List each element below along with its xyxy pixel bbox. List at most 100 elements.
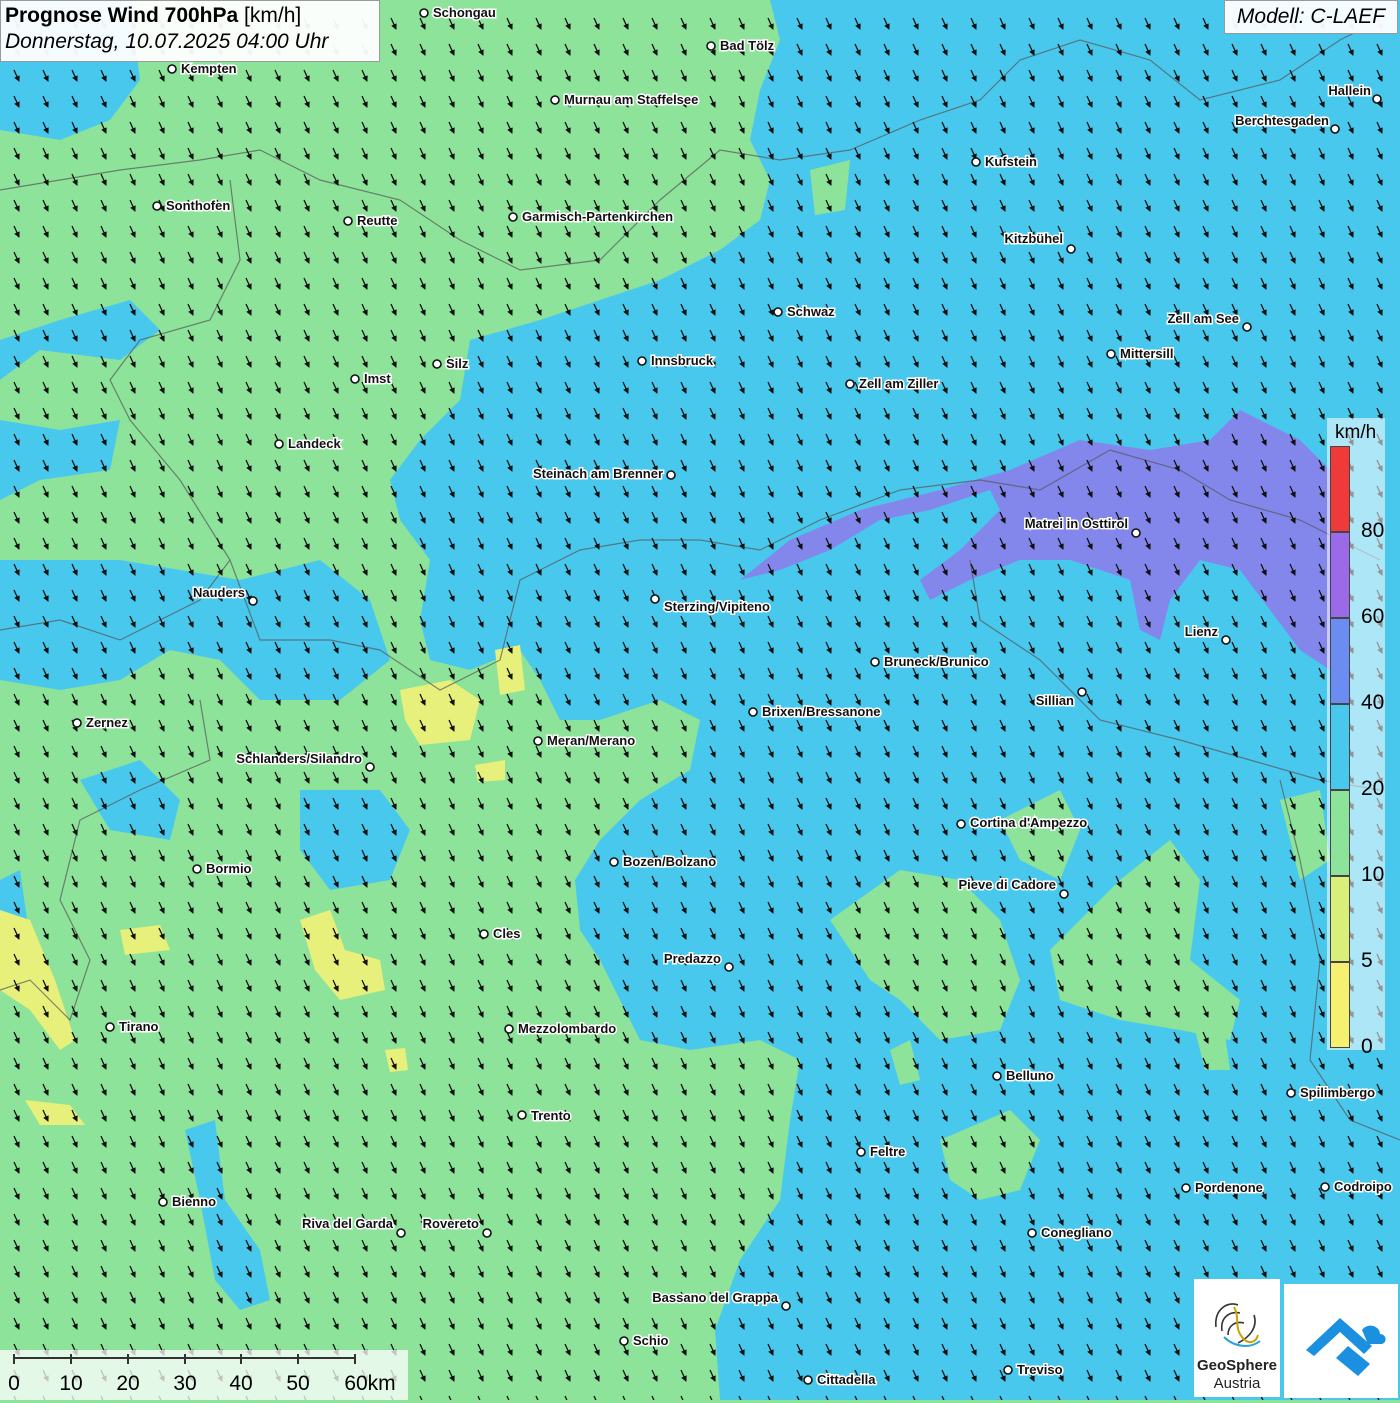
city-label: Cles — [493, 926, 520, 941]
city-label: Mittersill — [1120, 346, 1173, 361]
city-dot — [1059, 889, 1069, 899]
scale-label: 10 — [59, 1372, 83, 1395]
city-dot — [158, 1197, 168, 1207]
city-dot — [724, 962, 734, 972]
city-label: Bruneck/Brunico — [884, 654, 989, 669]
city-label: Tirano — [119, 1019, 159, 1034]
geosphere-logo[interactable]: GeoSphere Austria — [1194, 1279, 1280, 1397]
city-dot — [508, 212, 518, 222]
geosphere-emblem-icon — [1215, 1303, 1261, 1347]
city-dot — [479, 929, 489, 939]
legend-tick: 80 — [1361, 518, 1385, 542]
city-label: Kufstein — [985, 154, 1037, 169]
city-label: Zell am Ziller — [859, 376, 938, 391]
city-dot — [248, 596, 258, 606]
cloud-arrow-icon — [1306, 1318, 1386, 1376]
city-dot — [706, 41, 716, 51]
geosphere-name: GeoSphere — [1196, 1357, 1278, 1374]
city-label: Conegliano — [1041, 1225, 1112, 1240]
legend-seg-5-10 — [1330, 876, 1350, 962]
city-dot — [152, 201, 162, 211]
city-dot — [1221, 635, 1231, 645]
city-dot — [274, 439, 284, 449]
color-legend: km/h 80 60 40 20 10 5 0 — [1327, 418, 1385, 1058]
city-label: Pieve di Cadore — [958, 877, 1056, 892]
city-label: Silz — [446, 356, 469, 371]
scale-label: 0 — [8, 1372, 20, 1395]
city-label: Steinach am Brenner — [533, 466, 663, 481]
city-dot — [956, 819, 966, 829]
city-dot — [1027, 1228, 1037, 1238]
city-dot — [748, 707, 758, 717]
city-label: Kitzbühel — [1005, 231, 1064, 246]
city-dot — [1330, 124, 1340, 134]
city-dot — [1320, 1182, 1330, 1192]
city-label: Imst — [364, 371, 391, 386]
city-dot — [1077, 687, 1087, 697]
city-dot — [550, 95, 560, 105]
city-dot — [533, 736, 543, 746]
city-dot — [1181, 1183, 1191, 1193]
city-dot — [992, 1071, 1002, 1081]
city-label: Schwaz — [787, 304, 835, 319]
city-dot — [504, 1024, 514, 1034]
city-dot — [870, 657, 880, 667]
city-dot — [1131, 528, 1141, 538]
city-dot — [343, 216, 353, 226]
city-dot — [432, 359, 442, 369]
city-label: Sterzing/Vipiteno — [664, 599, 770, 614]
city-dot — [396, 1228, 406, 1238]
legend-seg-80plus — [1330, 446, 1350, 532]
scale-label: 20 — [116, 1372, 140, 1395]
legend-tick: 0 — [1361, 1034, 1373, 1058]
city-label: Reutte — [357, 213, 397, 228]
app-logo[interactable] — [1284, 1284, 1398, 1398]
legend-tick: 5 — [1361, 948, 1373, 972]
city-label: Hallein — [1328, 83, 1371, 98]
legend-tick: 20 — [1361, 776, 1385, 800]
scale-label: 50 — [286, 1372, 310, 1395]
city-label: Trento — [531, 1108, 571, 1123]
city-dot — [72, 718, 82, 728]
city-dot — [517, 1110, 527, 1120]
city-dot — [1106, 349, 1116, 359]
geosphere-country: Austria — [1213, 1375, 1261, 1392]
city-label: Brixen/Bressanone — [762, 704, 881, 719]
city-label: Bozen/Bolzano — [623, 854, 716, 869]
city-label: Bad Tölz — [720, 38, 775, 53]
city-label: Spilimbergo — [1300, 1085, 1375, 1100]
city-label: Lienz — [1185, 624, 1219, 639]
wind-zone-5-10 — [495, 645, 525, 695]
city-dot — [1003, 1365, 1013, 1375]
city-dot — [192, 864, 202, 874]
city-label: Cittadella — [817, 1372, 876, 1387]
city-label: Sillian — [1036, 693, 1074, 708]
city-label: Belluno — [1006, 1068, 1054, 1083]
forecast-datetime: Donnerstag, 10.07.2025 04:00 Uhr — [5, 30, 329, 53]
city-label: Bassano del Grappa — [652, 1290, 778, 1305]
city-label: Schlanders/Silandro — [236, 751, 362, 766]
city-dot — [105, 1022, 115, 1032]
legend-unit: km/h — [1335, 422, 1377, 443]
map-title: Prognose Wind 700hPa [km/h] — [5, 4, 302, 27]
city-dot — [350, 374, 360, 384]
forecast-map[interactable]: Schongau Bad Tölz Kempten Murnau am Staffel… — [0, 0, 1400, 1400]
city-label: Predazzo — [664, 951, 721, 966]
city-dot — [856, 1147, 866, 1157]
title-box: Prognose Wind 700hPa [km/h] Donnerstag, … — [0, 0, 380, 62]
city-label: Kempten — [181, 61, 237, 76]
city-label: Mezzolombardo — [518, 1021, 616, 1036]
model-label: Modell: C-LAEF — [1224, 0, 1398, 34]
city-label: Pordenone — [1195, 1180, 1263, 1195]
legend-seg-20-40 — [1330, 704, 1350, 790]
legend-seg-0-5 — [1330, 962, 1350, 1048]
city-label: Treviso — [1017, 1362, 1063, 1377]
city-label: Cortina d'Ampezzo — [970, 815, 1087, 830]
city-dot — [482, 1228, 492, 1238]
city-dot — [609, 857, 619, 867]
city-dot — [167, 64, 177, 74]
city-label: Landeck — [288, 436, 342, 451]
scale-label: 60km — [344, 1372, 396, 1395]
city-dot — [637, 356, 647, 366]
city-label: Zernez — [86, 715, 128, 730]
